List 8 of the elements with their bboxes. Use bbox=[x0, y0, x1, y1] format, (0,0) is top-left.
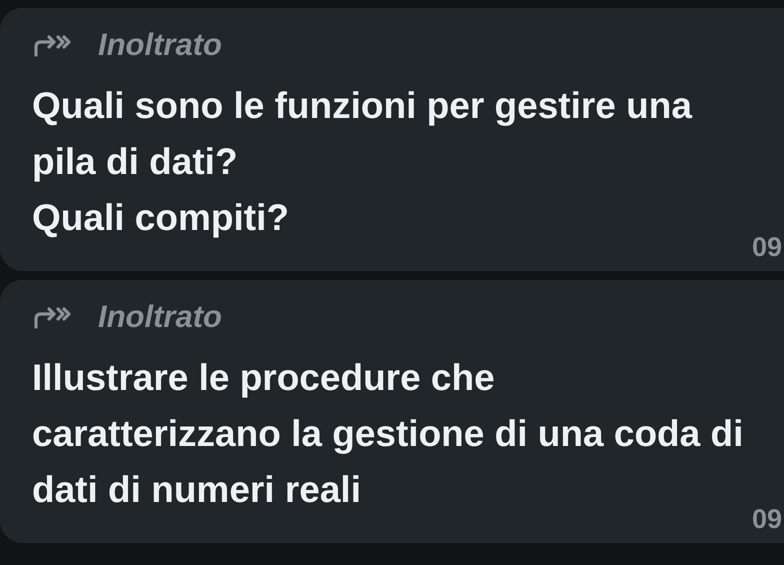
forward-icon bbox=[32, 33, 72, 57]
message-text: Illustrare le procedure che caratterizzano la gestione di una coda di dati di numeri reali bbox=[32, 356, 744, 512]
forwarded-label: Inoltrato bbox=[98, 27, 222, 63]
message-time: 09 bbox=[752, 504, 783, 535]
forward-icon bbox=[32, 305, 72, 329]
forwarded-label: Inoltrato bbox=[98, 299, 222, 335]
message-text: Quali sono le funzioni per gestire una pila di dati? Quali compiti? bbox=[32, 84, 694, 240]
message-time: 09 bbox=[752, 232, 783, 263]
